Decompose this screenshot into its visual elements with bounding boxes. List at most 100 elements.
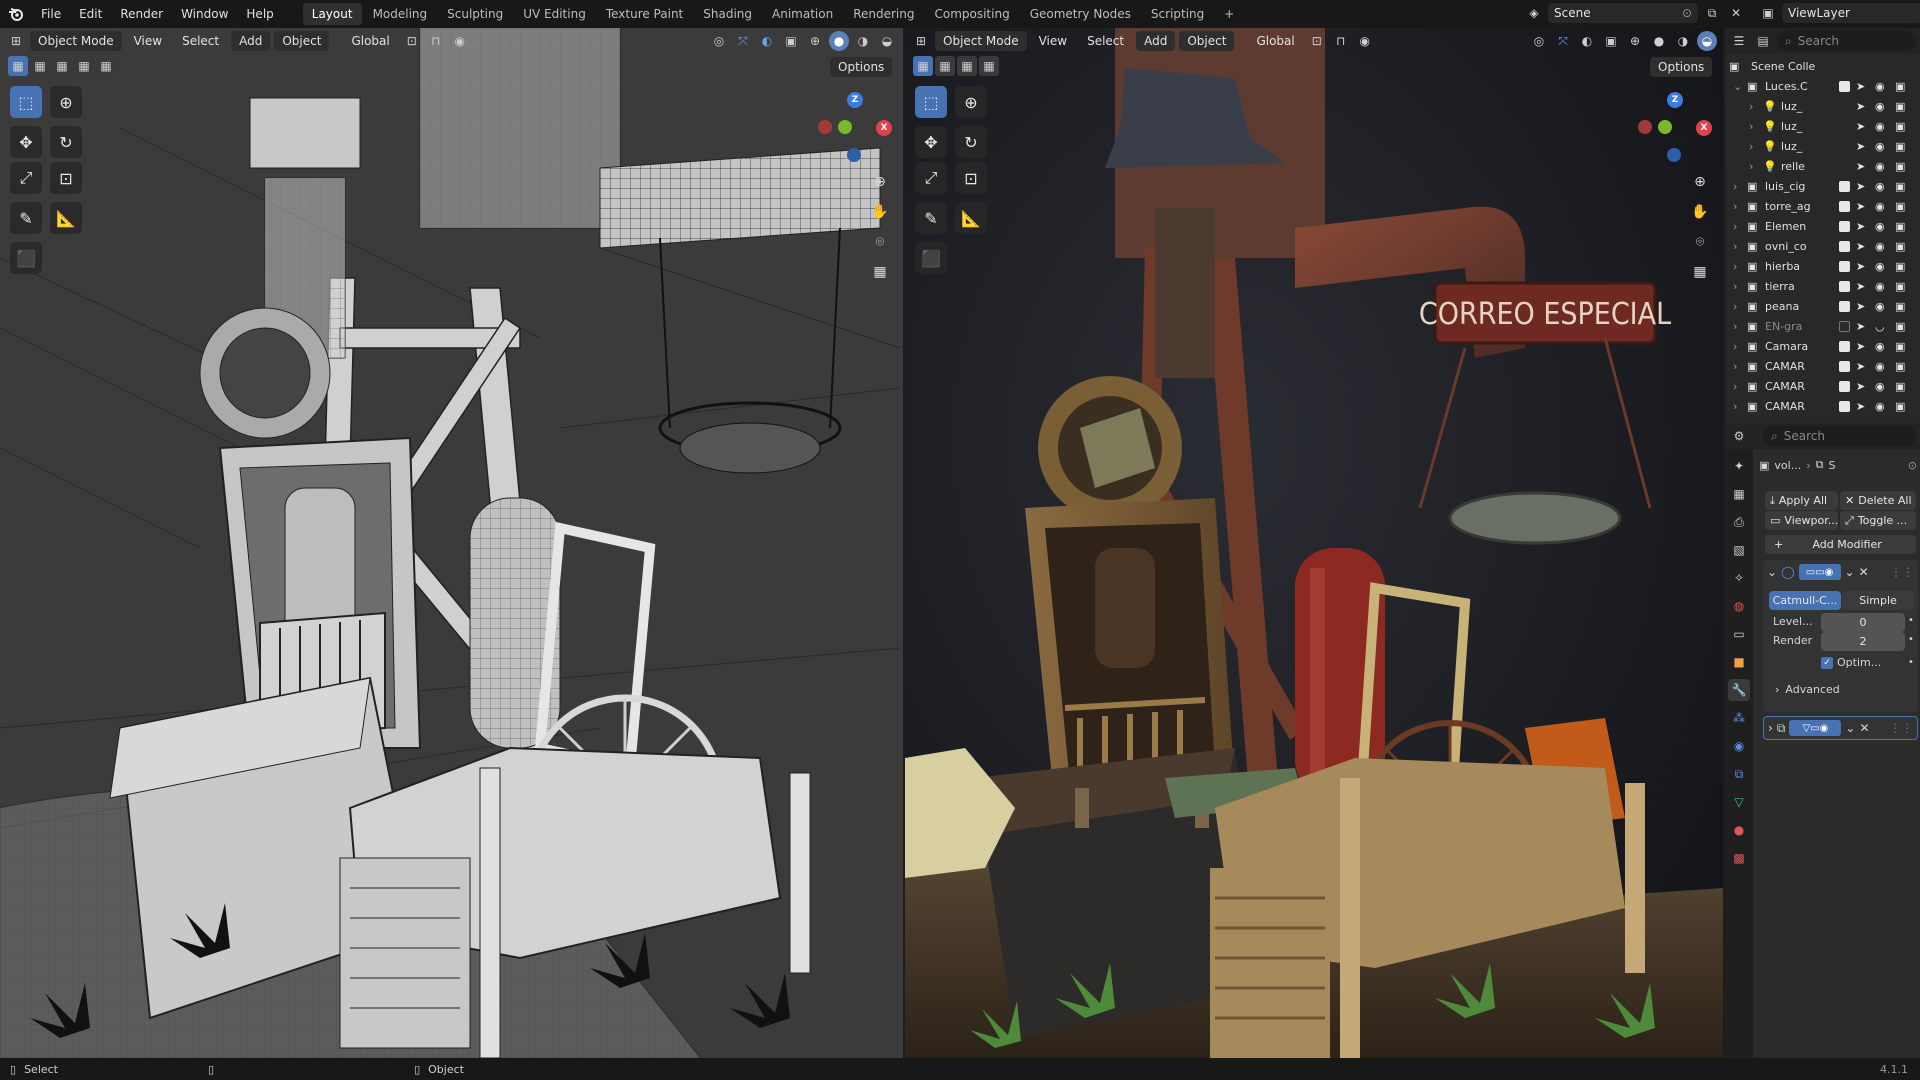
- right-scale-tool-icon[interactable]: ⤢: [915, 162, 947, 194]
- expand-closed-icon[interactable]: ›: [1733, 320, 1737, 333]
- expand-closed-icon[interactable]: ›: [1733, 280, 1737, 293]
- particles-tab-icon[interactable]: ⁂: [1728, 707, 1750, 729]
- selectable-arrow-icon[interactable]: ➤: [1856, 200, 1865, 213]
- left-options-button[interactable]: Options: [830, 57, 893, 77]
- selectable-arrow-icon[interactable]: ➤: [1856, 400, 1865, 413]
- view-layer-icon[interactable]: ▣: [1758, 3, 1778, 23]
- camera-render-icon[interactable]: ▣: [1895, 80, 1905, 93]
- delete-all-button[interactable]: ✕ Delete All: [1840, 491, 1916, 510]
- selectable-arrow-icon[interactable]: ➤: [1856, 240, 1865, 253]
- eye-icon[interactable]: ◉: [1875, 160, 1885, 173]
- axis-y-icon[interactable]: [838, 120, 852, 134]
- right-axis-x-icon[interactable]: X: [1696, 120, 1712, 136]
- expand-closed-icon[interactable]: ›: [1733, 240, 1737, 253]
- left-visibility-icon[interactable]: ◎: [709, 31, 729, 51]
- second-modifier-toggles[interactable]: ▽▭◉: [1789, 720, 1842, 736]
- right-options-button[interactable]: Options: [1650, 57, 1713, 77]
- modifier-visibility-toggles[interactable]: ▭▭◉: [1798, 564, 1841, 580]
- eye-icon[interactable]: ◉: [1875, 260, 1885, 273]
- outliner-row[interactable]: › ▣ CAMAR ➤ ◉ ▣: [1725, 376, 1920, 396]
- camera-render-icon[interactable]: ▣: [1895, 100, 1905, 113]
- object-tab-icon[interactable]: ■: [1728, 651, 1750, 673]
- expand-closed-icon[interactable]: ›: [1749, 160, 1753, 173]
- axis-x-icon[interactable]: X: [876, 120, 892, 136]
- selectable-arrow-icon[interactable]: ➤: [1856, 100, 1865, 113]
- selectable-arrow-icon[interactable]: ➤: [1856, 140, 1865, 153]
- expand-closed-icon[interactable]: ›: [1733, 180, 1737, 193]
- outliner-row[interactable]: › ▣ peana ➤ ◉ ▣: [1725, 296, 1920, 316]
- eye-icon[interactable]: ◉: [1875, 200, 1885, 213]
- right-shading-wire-icon[interactable]: ⊕: [1625, 31, 1645, 51]
- right-axis-neg-x-icon[interactable]: [1638, 120, 1652, 134]
- exclude-checkbox[interactable]: [1839, 80, 1850, 92]
- camera-render-icon[interactable]: ▣: [1895, 400, 1905, 413]
- simple-button[interactable]: Simple: [1842, 591, 1914, 610]
- outliner-row[interactable]: › ▣ Elemen ➤ ◉ ▣: [1725, 216, 1920, 236]
- eye-icon[interactable]: ◉: [1875, 280, 1885, 293]
- right-orientation-select[interactable]: Global: [1248, 31, 1302, 51]
- second-modifier-menu-icon[interactable]: ⌄: [1845, 721, 1855, 735]
- left-menu-view[interactable]: View: [126, 31, 170, 51]
- left-menu-select[interactable]: Select: [174, 31, 227, 51]
- optimal-display-checkbox[interactable]: ✓ Optim...: [1821, 656, 1881, 669]
- expand-closed-icon[interactable]: ›: [1733, 300, 1737, 313]
- left-overlay-icon[interactable]: ◐: [757, 31, 777, 51]
- view-layer-field[interactable]: ViewLayer: [1782, 3, 1920, 23]
- expand-closed-icon[interactable]: ›: [1733, 400, 1737, 413]
- eye-icon[interactable]: ◉: [1875, 340, 1885, 353]
- left-shading-material-icon[interactable]: ◑: [853, 31, 873, 51]
- camera-render-icon[interactable]: ▣: [1895, 240, 1905, 253]
- menu-render[interactable]: Render: [111, 0, 172, 28]
- eye-icon[interactable]: ◉: [1875, 100, 1885, 113]
- rotate-tool-icon[interactable]: ↻: [50, 126, 82, 158]
- camera-render-icon[interactable]: ▣: [1895, 260, 1905, 273]
- camera-render-icon[interactable]: ▣: [1895, 140, 1905, 153]
- view-layer-tab-icon[interactable]: ▧: [1728, 539, 1750, 561]
- right-zoom-icon[interactable]: ⊕: [1689, 171, 1711, 193]
- second-modifier-header[interactable]: › ⧉ ▽▭◉ ⌄ ✕ ⋮⋮: [1763, 716, 1918, 740]
- viewport-wireframe[interactable]: ⊞ Object Mode View Select Add Object Glo…: [0, 28, 903, 1058]
- selectable-arrow-icon[interactable]: ➤: [1856, 160, 1865, 173]
- eye-icon[interactable]: ◉: [1875, 240, 1885, 253]
- right-gizmo-icon[interactable]: ⤧: [1553, 31, 1573, 51]
- exclude-checkbox[interactable]: [1839, 240, 1850, 252]
- tab-rendering[interactable]: Rendering: [844, 3, 923, 25]
- eye-icon[interactable]: ◉: [1875, 220, 1885, 233]
- outliner-row[interactable]: › 💡 relle ➤ ◉ ▣: [1725, 156, 1920, 176]
- right-editor-type-icon[interactable]: ⊞: [911, 31, 931, 51]
- levels-keyframe-icon[interactable]: •: [1908, 615, 1914, 626]
- outliner-editor-type-icon[interactable]: ☰: [1729, 31, 1749, 51]
- tab-texture-paint[interactable]: Texture Paint: [597, 3, 692, 25]
- right-visibility-icon[interactable]: ◎: [1529, 31, 1549, 51]
- outliner-row[interactable]: › ▣ CAMAR ➤ ◉ ▣: [1725, 396, 1920, 416]
- tab-compositing[interactable]: Compositing: [925, 3, 1018, 25]
- viewport-rendered[interactable]: CORREO ESPECIAL ⊞ Object Mode View Selec…: [905, 28, 1723, 1058]
- outliner-row[interactable]: › ▣ torre_ag ➤ ◉ ▣: [1725, 196, 1920, 216]
- menu-file[interactable]: File: [32, 0, 70, 28]
- right-pivot-icon[interactable]: ⊡: [1307, 31, 1327, 51]
- perspective-grid-icon[interactable]: ▦: [869, 261, 891, 283]
- scene-field[interactable]: Scene ⊙: [1548, 3, 1698, 23]
- right-axis-neg-z-icon[interactable]: [1667, 148, 1681, 162]
- axis-z-icon[interactable]: Z: [847, 92, 863, 108]
- texture-tab-icon[interactable]: ▩: [1728, 847, 1750, 869]
- left-orientation-select[interactable]: Global: [343, 31, 397, 51]
- optimal-keyframe-icon[interactable]: •: [1908, 657, 1914, 668]
- outliner-search-input[interactable]: ⌕ Search: [1777, 31, 1916, 51]
- right-menu-select[interactable]: Select: [1079, 31, 1132, 51]
- selectable-arrow-icon[interactable]: ➤: [1856, 80, 1865, 93]
- output-tab-icon[interactable]: ⎙: [1728, 511, 1750, 533]
- right-rotate-tool-icon[interactable]: ↻: [955, 126, 987, 158]
- properties-editor-type-icon[interactable]: ⚙: [1729, 426, 1749, 446]
- expand-closed-icon[interactable]: ›: [1733, 340, 1737, 353]
- expand-closed-icon[interactable]: ›: [1733, 360, 1737, 373]
- exclude-checkbox[interactable]: [1839, 260, 1850, 272]
- annotate-tool-icon[interactable]: ✎: [10, 202, 42, 234]
- measure-tool-icon[interactable]: 📐: [50, 202, 82, 234]
- eye-icon[interactable]: ◉: [1875, 140, 1885, 153]
- selectable-arrow-icon[interactable]: ➤: [1856, 260, 1865, 273]
- right-transform-tool-icon[interactable]: ⊡: [955, 162, 987, 194]
- camera-render-icon[interactable]: ▣: [1895, 320, 1905, 333]
- select-extend-icon[interactable]: ▦: [30, 56, 50, 76]
- world-tab-icon[interactable]: ◍: [1728, 595, 1750, 617]
